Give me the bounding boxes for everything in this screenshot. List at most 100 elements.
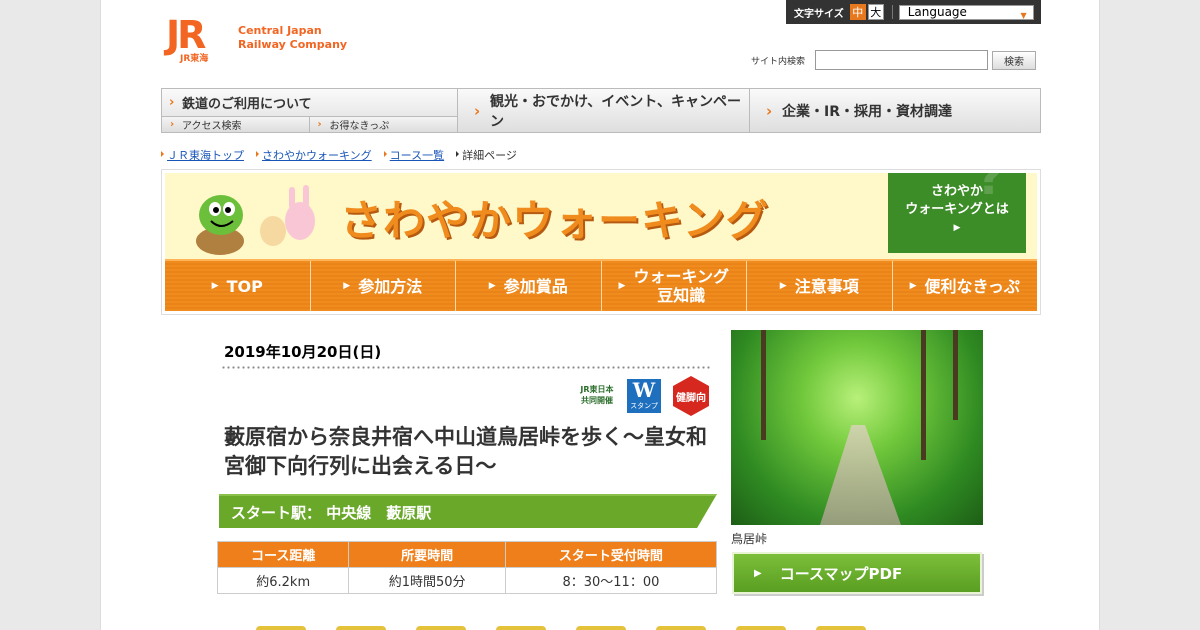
- triangle-right-icon: ▶: [779, 280, 787, 291]
- dotted-divider: [221, 366, 711, 369]
- tab-prizes-label: 参加賞品: [503, 276, 568, 296]
- mascot-illustration: [196, 185, 315, 255]
- site-search: サイト内検索 検索: [751, 50, 1037, 70]
- about-walking-line2: ウォーキングとは: [905, 202, 1009, 217]
- nav-tourism[interactable]: › 観光・おでかけ、イベント、キャンペーン: [458, 89, 750, 132]
- breadcrumb-link-course-list[interactable]: コース一覧: [390, 149, 444, 162]
- tab-tickets-label: 便利なきっぷ: [924, 276, 1020, 296]
- event-date: 2019年10月20日(日): [224, 343, 382, 361]
- tab-top-label: TOP: [226, 276, 263, 296]
- tab-top[interactable]: ▶ TOP: [165, 261, 311, 311]
- global-nav-rail-group: › 鉄道のご利用について › アクセス検索 › お得なきっぷ: [162, 89, 458, 132]
- triangle-right-icon: ▶: [211, 280, 219, 291]
- jr-central-logo[interactable]: JR JR東海 Central Japan Railway Company: [166, 13, 347, 64]
- breadcrumb-item: コース一覧: [383, 147, 444, 163]
- chevron-right-icon: ›: [170, 119, 175, 130]
- photo-tree-trunk: [921, 330, 926, 460]
- partial-icon: [816, 626, 866, 630]
- chevron-down-icon: ▼: [1020, 10, 1027, 20]
- jr-logo-mark: JR JR東海: [166, 13, 228, 64]
- rabbit-mascot: [285, 202, 315, 240]
- photo-tree-trunk: [761, 330, 766, 440]
- turtle-mascot-pupil: [213, 207, 219, 213]
- font-size-large-button[interactable]: 大: [867, 4, 884, 20]
- jr-east-badge-line2: 共同開催: [581, 396, 613, 405]
- nav-tourism-label: 観光・おでかけ、イベント、キャンペーン: [490, 93, 742, 130]
- tab-walking-tips-line2: 豆知識: [657, 286, 706, 305]
- font-size-medium-button[interactable]: 中: [849, 4, 866, 20]
- w-stamp-label: スタンプ: [630, 402, 658, 410]
- search-button[interactable]: 検索: [992, 50, 1037, 70]
- walking-tabs: ▶ TOP ▶ 参加方法 ▶ 参加賞品 ▶ ウォーキング 豆知識 ▶ 注意事項 ▶ 便利なきっ…: [165, 259, 1037, 311]
- breadcrumb: ＪＲ東海トップ さわやかウォーキング コース一覧 詳細ページ: [161, 147, 529, 163]
- question-mark-icon: ?: [976, 173, 1004, 206]
- nav-access-search[interactable]: › アクセス検索: [162, 117, 310, 132]
- company-name-line2: Railway Company: [238, 38, 348, 51]
- about-walking-button[interactable]: ? さわやか ウォーキングとは ▶: [888, 173, 1026, 253]
- jr-logo-letters: JR: [166, 13, 206, 57]
- tab-walking-tips[interactable]: ▶ ウォーキング 豆知識: [601, 261, 747, 311]
- jr-east-badge-line1: JR東日本: [580, 385, 614, 394]
- partial-icon: [496, 626, 546, 630]
- tab-notes[interactable]: ▶ 注意事項: [747, 261, 893, 311]
- walking-banner-inner: さわやかウォーキング ? さわやか ウォーキングとは ▶ ▶ TOP ▶ 参加方法 …: [165, 173, 1037, 311]
- photo-tree-trunk: [953, 330, 958, 420]
- nav-discount-tickets[interactable]: › お得なきっぷ: [309, 117, 457, 132]
- partial-icon: [336, 626, 386, 630]
- breadcrumb-current: 詳細ページ: [456, 147, 517, 163]
- breadcrumb-link-walking[interactable]: さわやかウォーキング: [262, 149, 372, 162]
- language-select[interactable]: Language ▼: [898, 4, 1034, 20]
- course-distance: 約6.2km: [216, 567, 350, 594]
- triangle-right-icon: ▶: [343, 280, 351, 291]
- turtle-mascot-body: [199, 195, 243, 235]
- nav-rail-usage[interactable]: › 鉄道のご利用について: [162, 89, 457, 117]
- rabbit-mascot-ear: [289, 187, 295, 209]
- triangle-right-icon: ▶: [754, 567, 762, 579]
- photo-stone-path: [820, 425, 901, 525]
- turtle-mascot-pupil: [225, 207, 231, 213]
- photo-caption: 鳥居峠: [731, 532, 768, 546]
- partial-icons-row: [256, 626, 896, 630]
- cat-mascot: [260, 216, 286, 246]
- tab-tickets[interactable]: ▶ 便利なきっぷ: [892, 261, 1037, 311]
- table-header-row: コース距離 所要時間 スタート受付時間: [216, 541, 718, 568]
- breadcrumb-item: ＪＲ東海トップ: [161, 147, 244, 163]
- course-map-pdf-button[interactable]: ▶ コースマップPDF: [732, 552, 982, 594]
- course-info-table: コース距離 所要時間 スタート受付時間 約6.2km 約1時間50分 8：30～…: [216, 541, 718, 594]
- about-walking-line1: さわやか: [930, 184, 983, 199]
- nav-rail-usage-label: 鉄道のご利用について: [182, 97, 312, 112]
- course-photo: [731, 330, 983, 525]
- partial-icon: [416, 626, 466, 630]
- triangle-right-icon: ▶: [618, 280, 626, 291]
- w-stamp-badge: W スタンプ: [627, 379, 661, 413]
- advanced-walker-badge: 健脚向: [673, 376, 709, 416]
- site-search-input[interactable]: [815, 50, 989, 70]
- w-stamp-letter: W: [632, 378, 656, 402]
- partial-icon: [656, 626, 706, 630]
- triangle-right-icon: ▶: [488, 280, 496, 291]
- course-duration: 約1時間50分: [348, 567, 506, 594]
- chevron-right-icon: ›: [766, 101, 773, 120]
- font-size-label: 文字サイズ: [794, 8, 844, 20]
- chevron-right-icon: ›: [474, 101, 481, 120]
- rabbit-mascot-ear: [303, 185, 309, 207]
- breadcrumb-link-jr-top[interactable]: ＪＲ東海トップ: [167, 149, 244, 162]
- partial-icon: [256, 626, 306, 630]
- banner-title: さわやかウォーキング: [340, 196, 769, 245]
- company-name: Central Japan Railway Company: [238, 24, 347, 52]
- nav-corporate[interactable]: › 企業・IR・採用・資材調達: [750, 89, 1040, 132]
- partial-icon: [576, 626, 626, 630]
- table-row: 約6.2km 約1時間50分 8：30～11：00: [216, 567, 718, 594]
- jr-east-cohost-badge: JR東日本 共同開催: [579, 378, 615, 414]
- triangle-right-icon: ▶: [953, 223, 961, 233]
- nav-discount-tickets-label: お得なきっぷ: [329, 121, 390, 132]
- site-search-label: サイト内検索: [751, 56, 806, 67]
- tab-how-to-join[interactable]: ▶ 参加方法: [310, 261, 456, 311]
- tab-prizes[interactable]: ▶ 参加賞品: [456, 261, 602, 311]
- company-name-line1: Central Japan: [238, 24, 322, 37]
- triangle-right-icon: ▶: [909, 280, 917, 291]
- start-station-banner: スタート駅： 中央線 藪原駅: [219, 494, 717, 528]
- language-select-label: Language: [907, 4, 967, 19]
- global-nav: › 鉄道のご利用について › アクセス検索 › お得なきっぷ › 観光・おでかけ…: [161, 88, 1041, 133]
- tab-walking-tips-line1: ウォーキング: [633, 267, 729, 286]
